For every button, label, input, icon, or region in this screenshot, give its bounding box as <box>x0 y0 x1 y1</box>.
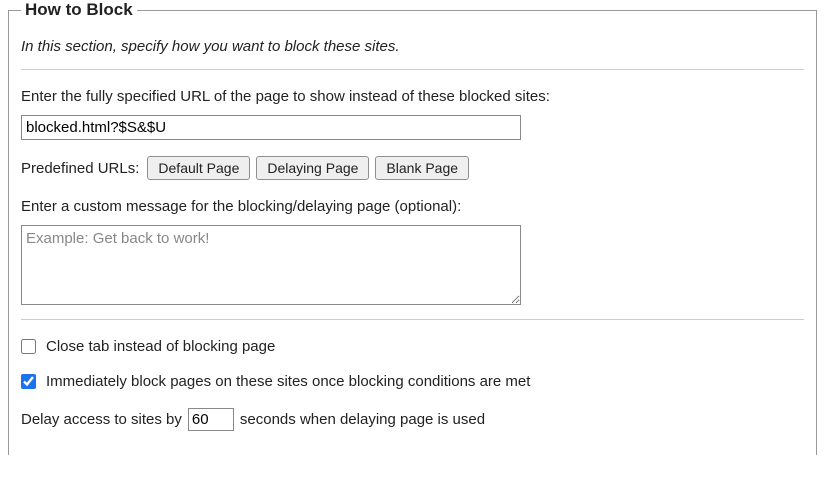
divider-bottom <box>21 319 804 320</box>
url-field-label: Enter the fully specified URL of the pag… <box>21 88 804 105</box>
close-tab-label[interactable]: Close tab instead of blocking page <box>46 338 275 355</box>
predefined-urls-label: Predefined URLs: <box>21 160 139 177</box>
delay-suffix-text: seconds when delaying page is used <box>240 411 485 428</box>
divider-top <box>21 69 804 70</box>
delaying-page-button[interactable]: Delaying Page <box>256 156 369 180</box>
delay-access-row: Delay access to sites by seconds when de… <box>21 408 804 431</box>
immediate-block-checkbox[interactable] <box>21 374 36 389</box>
default-page-button[interactable]: Default Page <box>147 156 250 180</box>
section-legend: How to Block <box>21 0 137 20</box>
custom-message-textarea[interactable] <box>21 225 521 305</box>
close-tab-option-row: Close tab instead of blocking page <box>21 338 804 355</box>
close-tab-checkbox[interactable] <box>21 339 36 354</box>
blocking-url-input[interactable] <box>21 115 521 140</box>
delay-seconds-input[interactable] <box>188 408 234 431</box>
how-to-block-section: How to Block In this section, specify ho… <box>8 0 817 455</box>
predefined-urls-row: Predefined URLs: Default Page Delaying P… <box>21 156 804 180</box>
section-intro: In this section, specify how you want to… <box>21 38 804 55</box>
custom-message-label: Enter a custom message for the blocking/… <box>21 198 804 215</box>
blank-page-button[interactable]: Blank Page <box>375 156 469 180</box>
immediate-block-label[interactable]: Immediately block pages on these sites o… <box>46 373 530 390</box>
immediate-block-option-row: Immediately block pages on these sites o… <box>21 373 804 390</box>
delay-prefix-text: Delay access to sites by <box>21 411 182 428</box>
